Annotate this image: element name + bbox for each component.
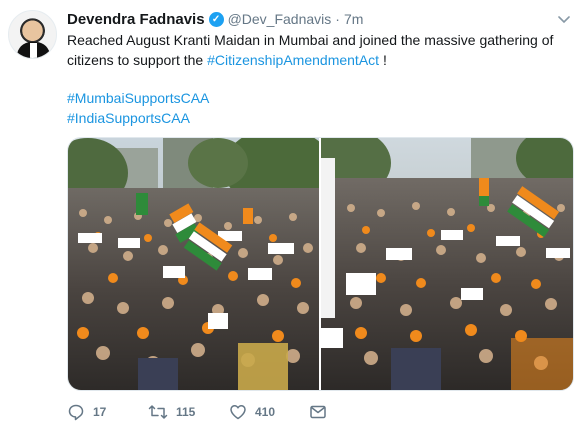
tweet-text: Reached August Kranti Maidan in Mumbai a… bbox=[67, 30, 567, 70]
tweet-header: Devendra Fadnavis ✓ @Dev_Fadnavis · 7m bbox=[67, 9, 363, 29]
author-handle[interactable]: @Dev_Fadnavis bbox=[228, 11, 332, 27]
author-name[interactable]: Devendra Fadnavis bbox=[67, 11, 205, 28]
chevron-down-icon[interactable] bbox=[556, 12, 572, 24]
hashtag-list: #MumbaiSupportsCAA #IndiaSupportsCAA bbox=[67, 88, 209, 128]
avatar-shirt bbox=[30, 43, 37, 58]
reply-count: 17 bbox=[93, 405, 107, 419]
verified-badge-icon: ✓ bbox=[208, 11, 224, 27]
retweet-count: 115 bbox=[176, 405, 196, 419]
crowd-photo-left[interactable] bbox=[68, 138, 319, 390]
direct-message-button[interactable] bbox=[309, 403, 327, 421]
header-separator: · bbox=[335, 11, 340, 27]
like-count: 410 bbox=[255, 405, 276, 419]
envelope-icon bbox=[309, 403, 327, 421]
hashtag-link-citizenship[interactable]: #CitizenshipAmendmentAct bbox=[207, 52, 379, 68]
tweet-text-end: ! bbox=[379, 52, 387, 68]
like-button[interactable]: 410 bbox=[229, 403, 275, 421]
hashtag-link-mumbai[interactable]: #MumbaiSupportsCAA bbox=[67, 88, 209, 108]
author-avatar[interactable] bbox=[8, 10, 57, 59]
hashtag-link-india[interactable]: #IndiaSupportsCAA bbox=[67, 108, 209, 128]
reply-button[interactable]: 17 bbox=[67, 403, 106, 421]
heart-icon bbox=[229, 403, 247, 421]
reply-icon bbox=[67, 403, 85, 421]
retweet-button[interactable]: 115 bbox=[148, 403, 195, 421]
tweet-actions: 17 115 410 bbox=[67, 401, 347, 423]
tweet-timestamp[interactable]: 7m bbox=[344, 11, 363, 27]
media-grid bbox=[67, 137, 574, 391]
tweet-card[interactable]: Devendra Fadnavis ✓ @Dev_Fadnavis · 7m R… bbox=[0, 0, 582, 427]
retweet-icon bbox=[148, 403, 168, 421]
crowd-photo-right[interactable] bbox=[321, 138, 573, 390]
